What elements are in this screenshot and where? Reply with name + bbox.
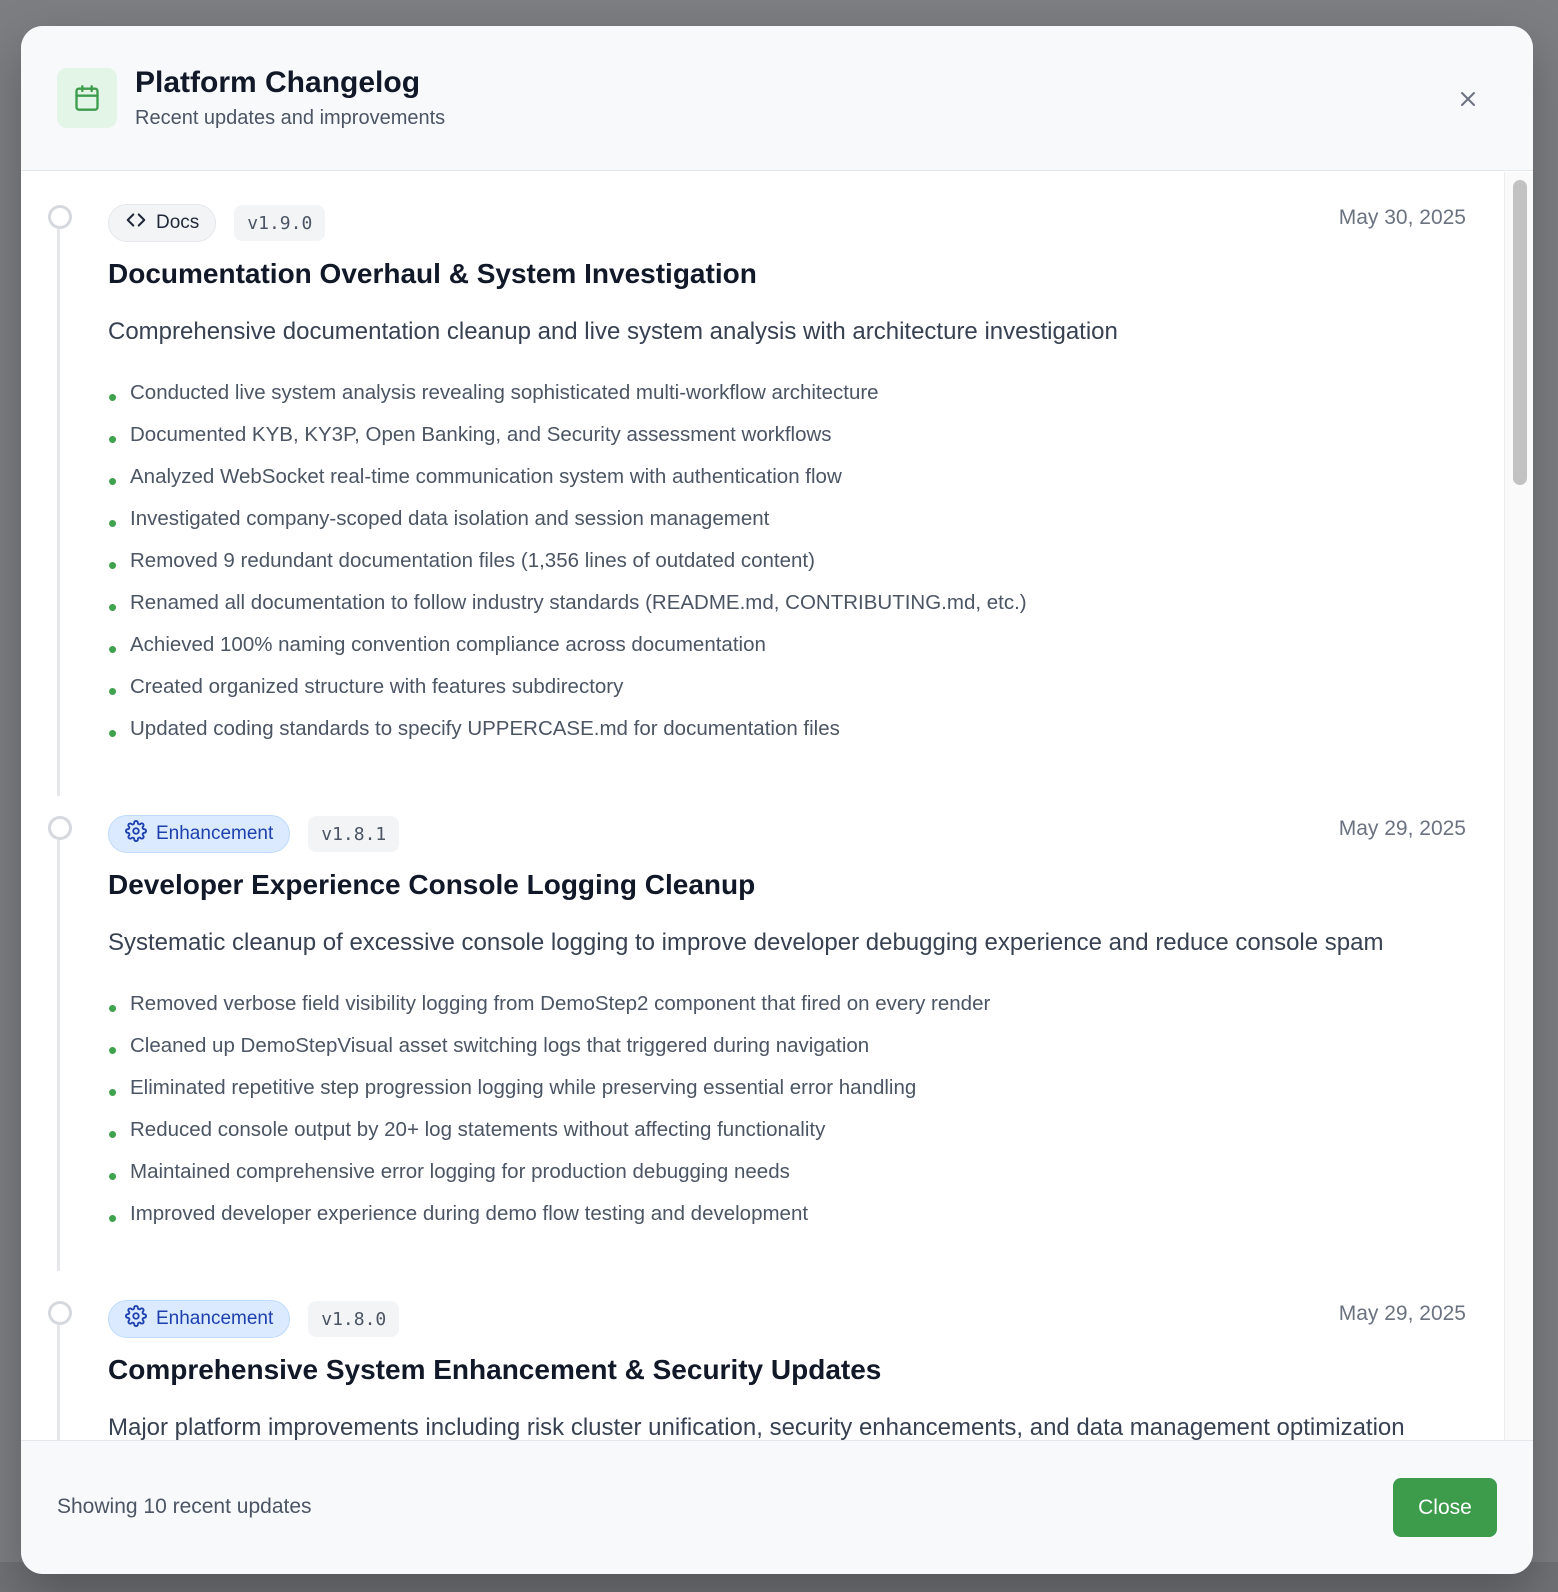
entry-badges: Enhancement v1.8.0 xyxy=(108,1300,400,1338)
entry-title: Developer Experience Console Logging Cle… xyxy=(108,869,756,900)
list-item: • Documented KYB, KY3P, Open Banking, and… xyxy=(108,423,832,454)
bullet-icon: • xyxy=(108,993,118,1023)
bullet-icon: • xyxy=(108,1035,118,1065)
version-tag: v1.9.0 xyxy=(234,205,326,241)
entry-badges: Enhancement v1.8.1 xyxy=(108,815,400,853)
gear-icon xyxy=(125,1305,147,1333)
bullet-icon: • xyxy=(108,634,118,664)
modal-title: Platform Changelog xyxy=(135,66,421,99)
modal-footer: Showing 10 recent updates Close xyxy=(21,1440,1533,1574)
bullet-icon: • xyxy=(108,508,118,538)
entry-title: Comprehensive System Enhancement & Secur… xyxy=(108,1354,882,1385)
bullet-icon: • xyxy=(108,424,118,454)
category-badge-docs: Docs xyxy=(108,204,217,242)
timeline-dot xyxy=(48,816,72,840)
calendar-icon xyxy=(57,68,117,128)
timeline-line xyxy=(57,229,60,796)
bullet-icon: • xyxy=(108,592,118,622)
list-item: • Removed 9 redundant documentation files… xyxy=(108,549,815,580)
entry-title: Documentation Overhaul & System Investig… xyxy=(108,258,757,289)
badge-label: Enhancement xyxy=(156,1308,274,1329)
gear-icon xyxy=(125,820,147,848)
bullet-icon: • xyxy=(108,1119,118,1149)
list-item: • Achieved 100% naming convention complia… xyxy=(108,633,766,664)
changelog-entry: Docs v1.9.0 May 30, 2025 Documentation O… xyxy=(21,172,1503,796)
scrollbar-thumb[interactable] xyxy=(1513,180,1527,485)
list-item: • Analyzed WebSocket real-time communicat… xyxy=(108,465,842,496)
list-item: • Renamed all documentation to follow ind… xyxy=(108,591,1027,622)
badge-label: Enhancement xyxy=(156,823,274,844)
modal-subtitle: Recent updates and improvements xyxy=(135,107,446,129)
list-item: • Conducted live system analysis revealin… xyxy=(108,381,879,412)
category-badge-enhancement: Enhancement xyxy=(108,815,291,853)
bullet-icon: • xyxy=(108,1161,118,1191)
close-button[interactable]: Close xyxy=(1393,1478,1497,1537)
version-tag: v1.8.0 xyxy=(308,1301,400,1337)
entry-badges: Docs v1.9.0 xyxy=(108,204,326,242)
list-item: • Investigated company-scoped data isolat… xyxy=(108,507,770,538)
bullet-icon: • xyxy=(108,1077,118,1107)
bullet-icon: • xyxy=(108,1203,118,1233)
list-item: • Eliminated repetitive step progression … xyxy=(108,1076,917,1107)
entry-date: May 30, 2025 xyxy=(1338,206,1466,229)
bullet-icon: • xyxy=(108,676,118,706)
bullet-icon: • xyxy=(108,550,118,580)
close-icon[interactable] xyxy=(1455,86,1481,112)
list-item: • Removed verbose field visibility loggin… xyxy=(108,992,991,1023)
changelog-list[interactable]: Docs v1.9.0 May 30, 2025 Documentation O… xyxy=(21,172,1503,1466)
modal-header: Platform Changelog Recent updates and im… xyxy=(21,26,1533,171)
list-item: • Updated coding standards to specify UPP… xyxy=(108,717,840,748)
entry-date: May 29, 2025 xyxy=(1338,1302,1466,1325)
bullet-icon: • xyxy=(108,382,118,412)
entry-description: Major platform improvements including ri… xyxy=(108,1414,1405,1441)
list-item: • Improved developer experience during de… xyxy=(108,1202,809,1233)
bullet-icon: • xyxy=(108,466,118,496)
update-count: Showing 10 recent updates xyxy=(57,1495,312,1518)
badge-label: Docs xyxy=(156,212,200,233)
category-badge-enhancement: Enhancement xyxy=(108,1300,291,1338)
bullet-icon: • xyxy=(108,718,118,748)
changelog-entry: Enhancement v1.8.1 May 29, 2025 Develope… xyxy=(21,783,1503,1271)
entry-description: Comprehensive documentation cleanup and … xyxy=(108,318,1118,345)
list-item: • Cleaned up DemoStepVisual asset switchi… xyxy=(108,1034,870,1065)
list-item: • Maintained comprehensive error logging … xyxy=(108,1160,790,1191)
entry-items: • Conducted live system analysis revealin… xyxy=(108,372,1027,750)
entry-description: Systematic cleanup of excessive console … xyxy=(108,929,1384,956)
timeline-line xyxy=(57,840,60,1271)
list-item: • Reduced console output by 20+ log state… xyxy=(108,1118,826,1149)
timeline-dot xyxy=(48,1301,72,1325)
changelog-entry: Enhancement v1.8.0 May 29, 2025 Comprehe… xyxy=(21,1268,1503,1466)
code-icon xyxy=(125,209,147,237)
version-tag: v1.8.1 xyxy=(308,816,400,852)
entry-items: • Removed verbose field visibility loggin… xyxy=(108,983,990,1235)
scrollbar[interactable] xyxy=(1504,172,1533,1466)
list-item: • Created organized structure with featur… xyxy=(108,675,624,706)
entry-date: May 29, 2025 xyxy=(1338,817,1466,840)
changelog-modal: Platform Changelog Recent updates and im… xyxy=(21,26,1533,1574)
timeline-dot xyxy=(48,205,72,229)
